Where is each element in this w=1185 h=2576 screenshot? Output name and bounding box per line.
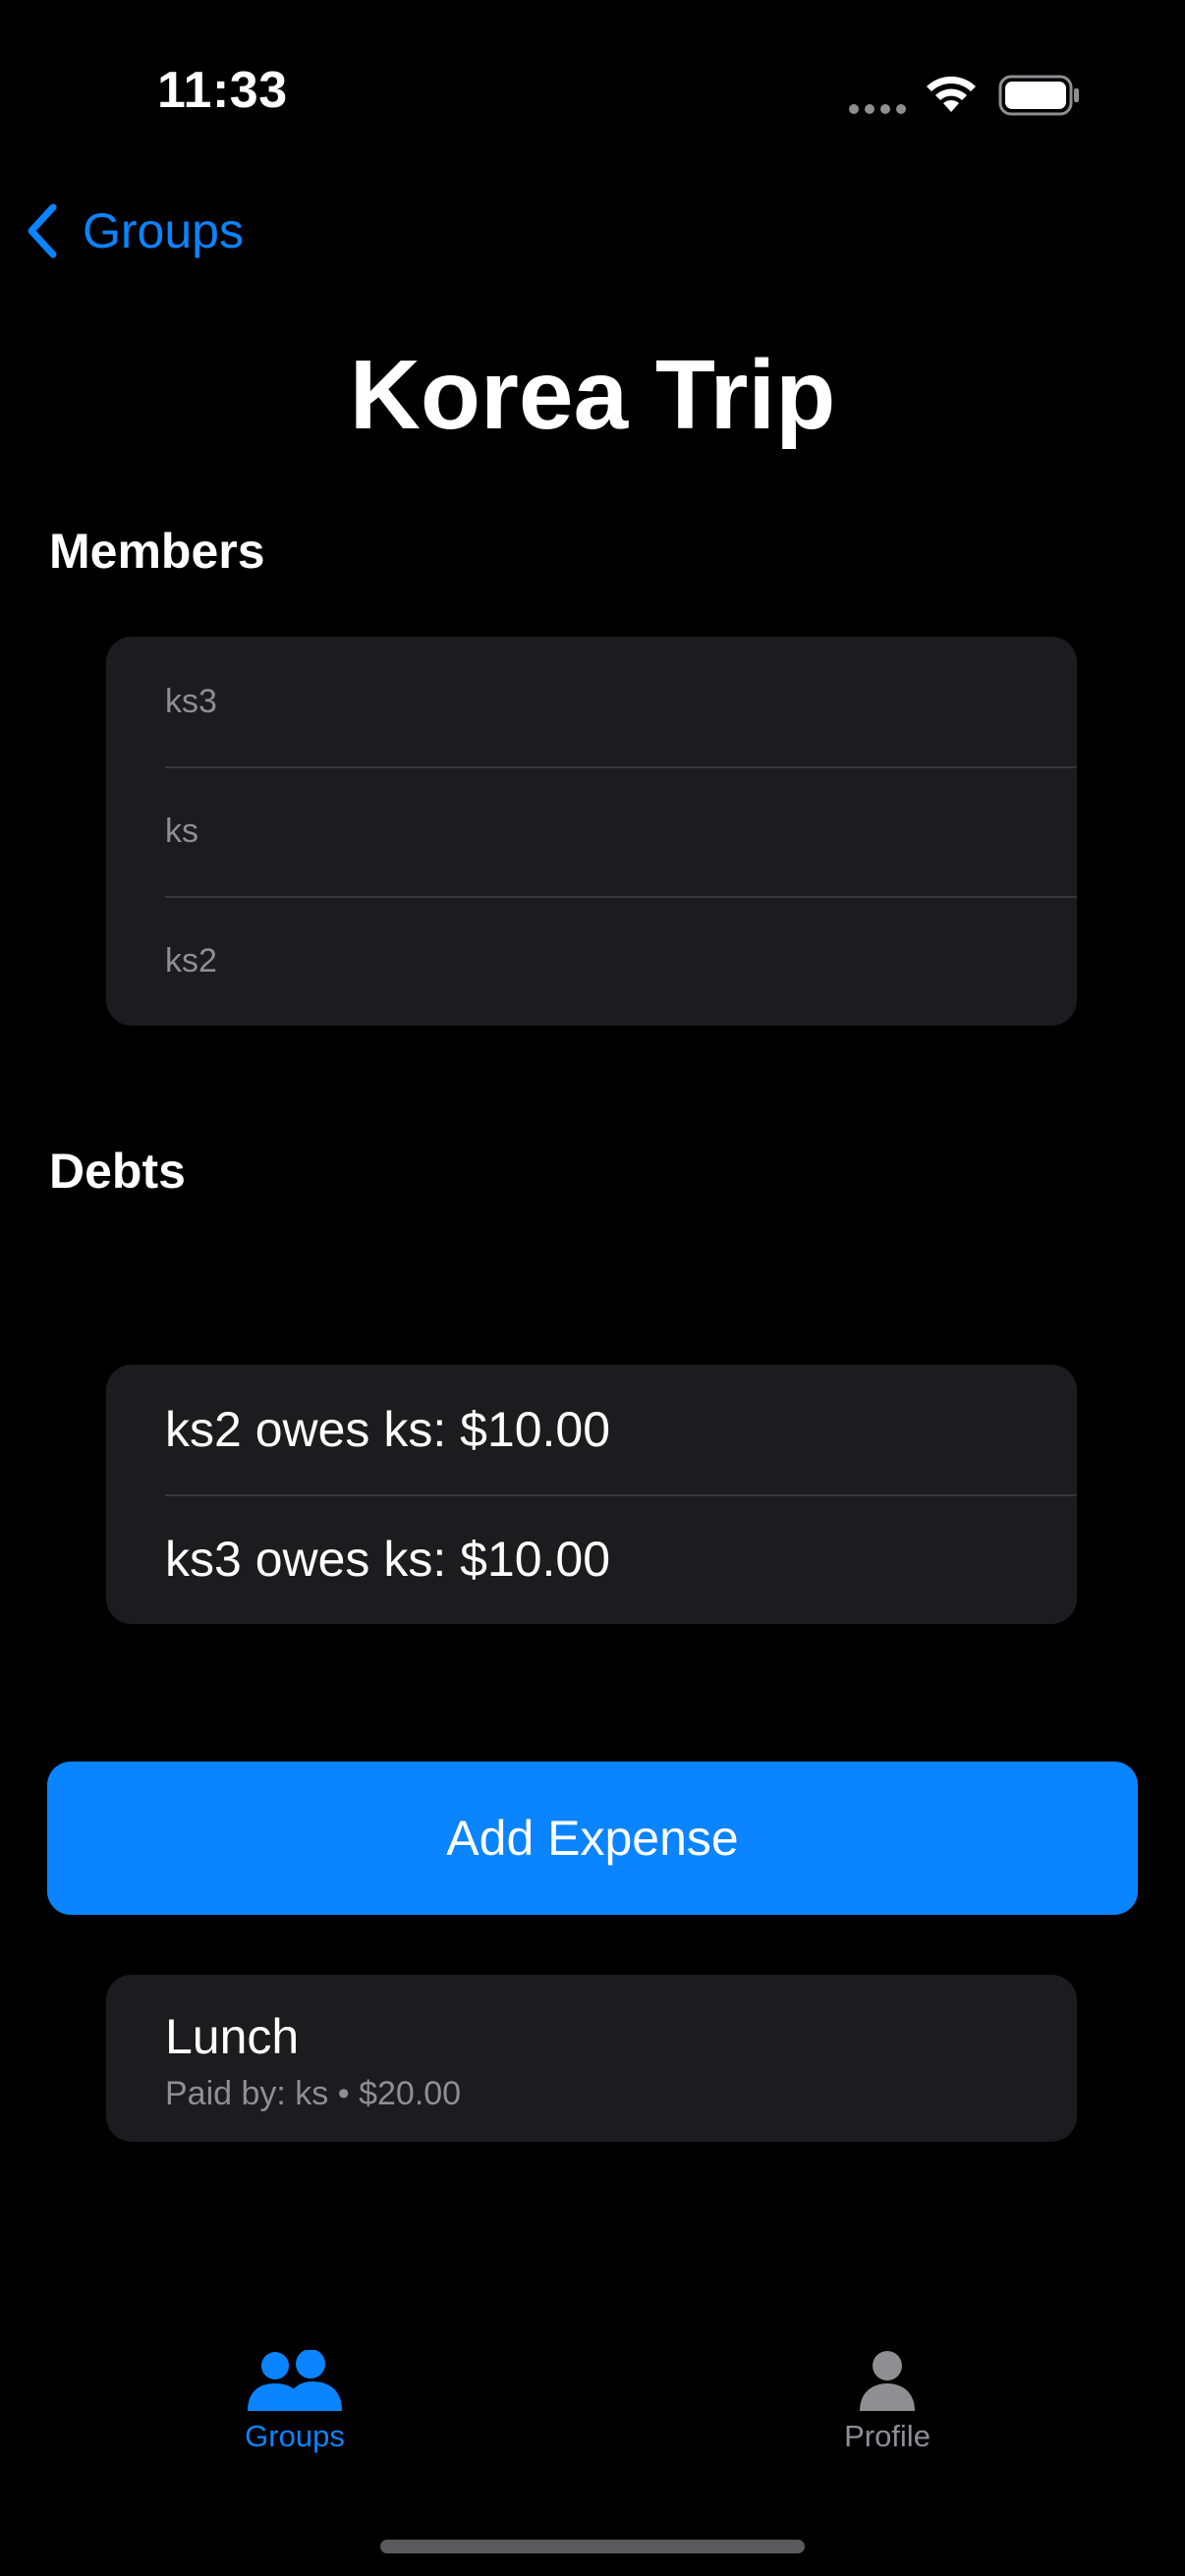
chevron-left-icon <box>28 203 57 258</box>
debt-text: ks2 owes ks: $10.00 <box>165 1402 611 1457</box>
expense-subtitle: Paid by: ks • $20.00 <box>165 2075 462 2112</box>
debts-heading: Debts <box>49 1144 186 1199</box>
member-row[interactable]: ks2 <box>106 896 1077 1026</box>
expense-item[interactable]: Lunch Paid by: ks • $20.00 <box>106 1975 1077 2142</box>
back-button-label: Groups <box>83 203 244 258</box>
tab-label: Groups <box>245 2419 345 2453</box>
debt-text: ks3 owes ks: $10.00 <box>165 1532 611 1587</box>
members-heading: Members <box>49 524 265 579</box>
back-button[interactable]: Groups <box>24 196 244 265</box>
person-icon <box>860 2351 915 2411</box>
member-name: ks3 <box>165 682 217 720</box>
tab-label: Profile <box>844 2419 931 2453</box>
expense-title: Lunch <box>165 2009 300 2064</box>
tab-profile[interactable]: Profile <box>789 2350 986 2454</box>
home-indicator <box>380 2540 805 2553</box>
tab-groups[interactable]: Groups <box>197 2350 393 2454</box>
member-name: ks2 <box>165 941 217 980</box>
debts-list: ks2 owes ks: $10.00 ks3 owes ks: $10.00 <box>106 1365 1077 1624</box>
people-icon <box>248 2350 342 2411</box>
member-name: ks <box>165 812 198 850</box>
debt-row: ks3 owes ks: $10.00 <box>106 1494 1077 1624</box>
status-time: 11:33 <box>157 62 288 119</box>
add-expense-button[interactable]: Add Expense <box>47 1762 1138 1915</box>
debt-row: ks2 owes ks: $10.00 <box>106 1365 1077 1494</box>
member-row[interactable]: ks <box>106 766 1077 896</box>
member-row[interactable]: ks3 <box>106 637 1077 766</box>
cellular-signal-icon <box>849 104 906 114</box>
battery-icon <box>998 75 1079 116</box>
wifi-icon <box>927 76 976 112</box>
page-title: Korea Trip <box>349 340 836 450</box>
members-list: ks3 ks ks2 <box>106 637 1077 1026</box>
